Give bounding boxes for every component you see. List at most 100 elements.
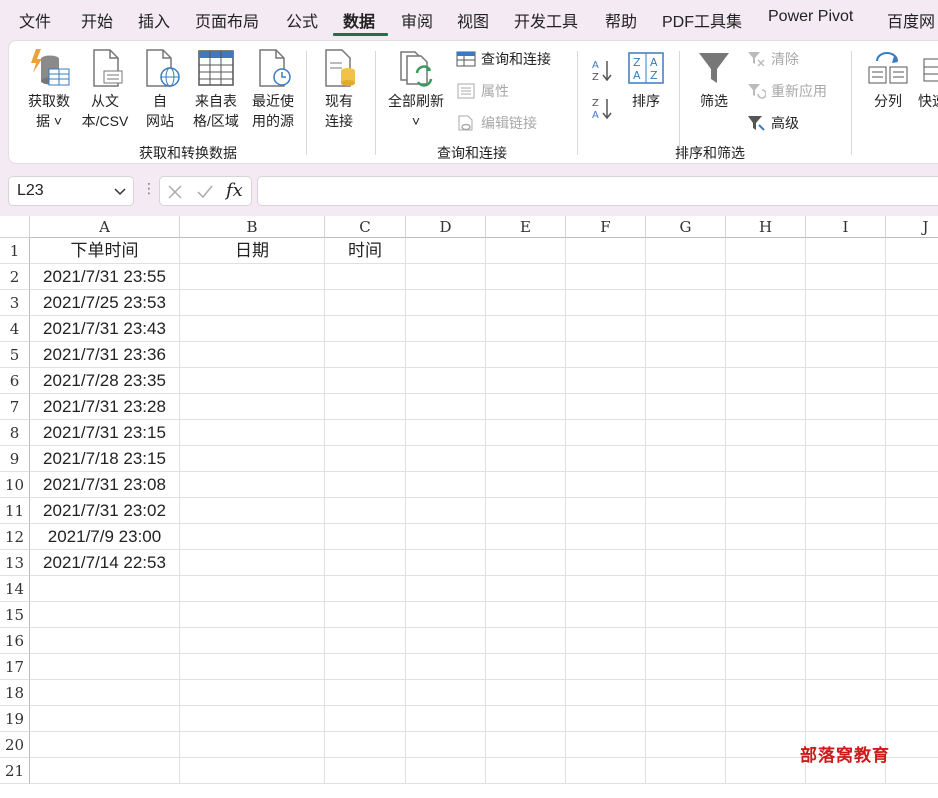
cell-f17[interactable] bbox=[566, 654, 646, 680]
cell-c20[interactable] bbox=[325, 732, 406, 758]
cell-e1[interactable] bbox=[486, 238, 566, 264]
cell-a16[interactable] bbox=[30, 628, 180, 654]
name-box[interactable]: L23 bbox=[8, 176, 134, 206]
cell-a15[interactable] bbox=[30, 602, 180, 628]
cell-d3[interactable] bbox=[406, 290, 486, 316]
filter-button[interactable]: 筛选 bbox=[691, 47, 737, 111]
cell-i11[interactable] bbox=[806, 498, 886, 524]
cell-d12[interactable] bbox=[406, 524, 486, 550]
cell-i3[interactable] bbox=[806, 290, 886, 316]
cell-h1[interactable] bbox=[726, 238, 806, 264]
cell-g3[interactable] bbox=[646, 290, 726, 316]
cell-b10[interactable] bbox=[180, 472, 325, 498]
row-header[interactable]: 9 bbox=[0, 446, 30, 472]
cell-e18[interactable] bbox=[486, 680, 566, 706]
cell-g21[interactable] bbox=[646, 758, 726, 784]
cell-d8[interactable] bbox=[406, 420, 486, 446]
cell-j8[interactable] bbox=[886, 420, 938, 446]
cell-c4[interactable] bbox=[325, 316, 406, 342]
row-header[interactable]: 13 bbox=[0, 550, 30, 576]
cell-b5[interactable] bbox=[180, 342, 325, 368]
cell-i5[interactable] bbox=[806, 342, 886, 368]
cell-j6[interactable] bbox=[886, 368, 938, 394]
cell-j12[interactable] bbox=[886, 524, 938, 550]
cell-b3[interactable] bbox=[180, 290, 325, 316]
cell-e11[interactable] bbox=[486, 498, 566, 524]
cell-a7[interactable]: 2021/7/31 23:28 bbox=[30, 394, 180, 420]
tab-data[interactable]: 数据 bbox=[343, 8, 375, 32]
cell-h16[interactable] bbox=[726, 628, 806, 654]
cell-h12[interactable] bbox=[726, 524, 806, 550]
cell-f11[interactable] bbox=[566, 498, 646, 524]
row-header[interactable]: 19 bbox=[0, 706, 30, 732]
reapply-button[interactable]: 重新应用 bbox=[746, 81, 827, 101]
cell-g8[interactable] bbox=[646, 420, 726, 446]
cell-h17[interactable] bbox=[726, 654, 806, 680]
cell-b7[interactable] bbox=[180, 394, 325, 420]
cell-c7[interactable] bbox=[325, 394, 406, 420]
cell-b18[interactable] bbox=[180, 680, 325, 706]
cell-d21[interactable] bbox=[406, 758, 486, 784]
row-header[interactable]: 21 bbox=[0, 758, 30, 784]
cell-c12[interactable] bbox=[325, 524, 406, 550]
tab-help[interactable]: 帮助 bbox=[605, 8, 637, 32]
enter-checkmark-icon[interactable] bbox=[196, 184, 214, 200]
tab-developer[interactable]: 开发工具 bbox=[514, 8, 578, 32]
cell-f13[interactable] bbox=[566, 550, 646, 576]
cell-e20[interactable] bbox=[486, 732, 566, 758]
cell-a10[interactable]: 2021/7/31 23:08 bbox=[30, 472, 180, 498]
row-header[interactable]: 14 bbox=[0, 576, 30, 602]
row-header[interactable]: 15 bbox=[0, 602, 30, 628]
cell-i18[interactable] bbox=[806, 680, 886, 706]
cell-g16[interactable] bbox=[646, 628, 726, 654]
cell-c5[interactable] bbox=[325, 342, 406, 368]
cell-g14[interactable] bbox=[646, 576, 726, 602]
cell-b21[interactable] bbox=[180, 758, 325, 784]
refresh-all-button[interactable]: 全部刷新 ˅ bbox=[383, 47, 449, 131]
cell-b4[interactable] bbox=[180, 316, 325, 342]
cell-c14[interactable] bbox=[325, 576, 406, 602]
chevron-down-icon[interactable] bbox=[113, 183, 127, 199]
text-to-columns-button[interactable]: 分列 bbox=[865, 47, 911, 111]
cell-a14[interactable] bbox=[30, 576, 180, 602]
cell-a9[interactable]: 2021/7/18 23:15 bbox=[30, 446, 180, 472]
cell-h13[interactable] bbox=[726, 550, 806, 576]
cell-i9[interactable] bbox=[806, 446, 886, 472]
cell-f20[interactable] bbox=[566, 732, 646, 758]
cell-g9[interactable] bbox=[646, 446, 726, 472]
cell-d2[interactable] bbox=[406, 264, 486, 290]
cell-b8[interactable] bbox=[180, 420, 325, 446]
sort-ascending-button[interactable]: A Z bbox=[591, 57, 613, 83]
cell-d4[interactable] bbox=[406, 316, 486, 342]
cell-i7[interactable] bbox=[806, 394, 886, 420]
cell-i2[interactable] bbox=[806, 264, 886, 290]
cell-a6[interactable]: 2021/7/28 23:35 bbox=[30, 368, 180, 394]
cell-d20[interactable] bbox=[406, 732, 486, 758]
tab-page-layout[interactable]: 页面布局 bbox=[195, 8, 259, 32]
flash-fill-button[interactable]: 快速 bbox=[913, 47, 938, 111]
column-header-h[interactable]: H bbox=[726, 216, 806, 238]
column-header-f[interactable]: F bbox=[566, 216, 646, 238]
column-header-g[interactable]: G bbox=[646, 216, 726, 238]
row-header[interactable]: 7 bbox=[0, 394, 30, 420]
cell-a8[interactable]: 2021/7/31 23:15 bbox=[30, 420, 180, 446]
existing-connections-button[interactable]: 现有 连接 bbox=[311, 47, 367, 131]
cell-i15[interactable] bbox=[806, 602, 886, 628]
cell-i13[interactable] bbox=[806, 550, 886, 576]
cell-h3[interactable] bbox=[726, 290, 806, 316]
cell-h5[interactable] bbox=[726, 342, 806, 368]
row-header[interactable]: 8 bbox=[0, 420, 30, 446]
column-header-a[interactable]: A bbox=[30, 216, 180, 238]
cell-e19[interactable] bbox=[486, 706, 566, 732]
cell-e4[interactable] bbox=[486, 316, 566, 342]
cell-g4[interactable] bbox=[646, 316, 726, 342]
row-header[interactable]: 5 bbox=[0, 342, 30, 368]
cell-g2[interactable] bbox=[646, 264, 726, 290]
formula-bar-grip[interactable]: ⋮ bbox=[142, 180, 156, 197]
cell-c18[interactable] bbox=[325, 680, 406, 706]
cell-f6[interactable] bbox=[566, 368, 646, 394]
cell-a12[interactable]: 2021/7/9 23:00 bbox=[30, 524, 180, 550]
cell-g1[interactable] bbox=[646, 238, 726, 264]
sort-button[interactable]: Z A A Z 排序 bbox=[621, 47, 671, 111]
insert-function-icon[interactable]: fx bbox=[226, 180, 243, 201]
